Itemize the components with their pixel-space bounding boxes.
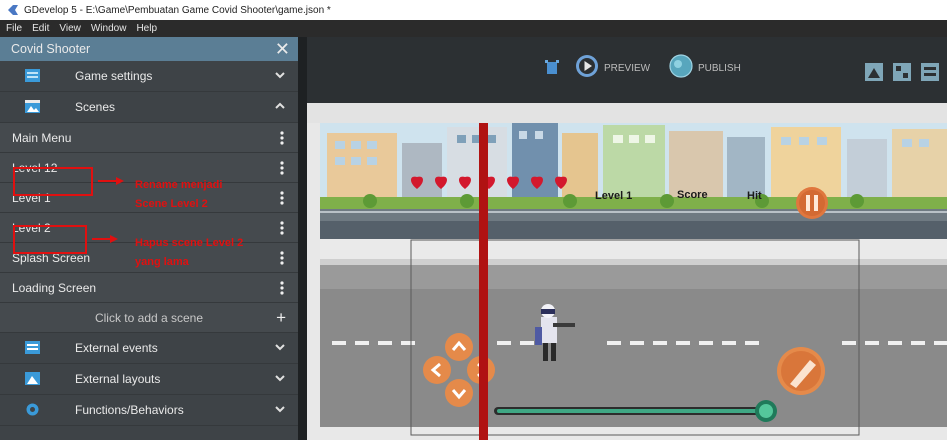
- chevron-up-icon[interactable]: [274, 101, 286, 111]
- globe-icon[interactable]: [669, 54, 693, 78]
- scene-item-loading-screen[interactable]: Loading Screen: [0, 273, 298, 303]
- play-circle-icon[interactable]: [575, 54, 599, 78]
- scene-item-main-menu[interactable]: Main Menu: [0, 123, 298, 153]
- more-vert-icon[interactable]: [280, 281, 284, 298]
- menu-edit[interactable]: Edit: [32, 23, 49, 34]
- level-label: Level 1: [595, 190, 632, 202]
- functions-gear-icon: [26, 403, 39, 416]
- chevron-down-icon[interactable]: [274, 404, 286, 414]
- more-vert-icon[interactable]: [280, 251, 284, 268]
- external-events-icon: [25, 341, 40, 354]
- more-vert-icon[interactable]: [280, 161, 284, 178]
- menu-help[interactable]: Help: [136, 23, 157, 34]
- pause-button-icon: [796, 187, 828, 219]
- editor-toolbar: PREVIEW PUBLISH: [307, 37, 947, 103]
- project-header: Covid Shooter ✕: [0, 37, 298, 61]
- instances-panel-icon[interactable]: [893, 63, 911, 81]
- annotation-rename-line1: Rename menjadi: [135, 179, 223, 191]
- section-external-events[interactable]: External events: [0, 333, 298, 364]
- annotation-delete-line1: Hapus scene Level 2: [135, 237, 244, 249]
- plus-icon[interactable]: +: [276, 308, 286, 328]
- panel-divider[interactable]: [298, 37, 307, 440]
- layers-panel-icon[interactable]: [921, 63, 939, 81]
- add-scene-label: Click to add a scene: [94, 310, 204, 325]
- section-scenes[interactable]: Scenes: [0, 92, 298, 123]
- section-game-settings[interactable]: Game settings: [0, 61, 298, 92]
- highlight-level-12: [13, 167, 93, 196]
- shoot-button-icon: [777, 347, 825, 395]
- window-titlebar: GDevelop 5 - E:\Game\Pembuatan Game Covi…: [0, 0, 947, 20]
- annotation-rename: Rename menjadi Scene Level 2: [135, 176, 222, 214]
- score-label: Score: [677, 189, 708, 201]
- menu-file[interactable]: File: [6, 23, 22, 34]
- section-label: Functions/Behaviors: [75, 403, 184, 417]
- project-name: Covid Shooter: [11, 42, 91, 56]
- objects-panel-icon[interactable]: [865, 63, 883, 81]
- chevron-down-icon[interactable]: [274, 70, 286, 80]
- chevron-down-icon[interactable]: [274, 342, 286, 352]
- annotation-rename-line2: Scene Level 2: [135, 198, 208, 210]
- hit-label: Hit: [747, 190, 762, 202]
- section-functions-behaviors[interactable]: Functions/Behaviors: [0, 395, 298, 426]
- menu-window[interactable]: Window: [91, 23, 127, 34]
- more-vert-icon[interactable]: [280, 131, 284, 148]
- section-label: External events: [75, 341, 158, 355]
- section-label: Scenes: [75, 100, 116, 114]
- annotation-arrow-icon: [98, 177, 124, 185]
- section-external-layouts[interactable]: External layouts: [0, 364, 298, 395]
- section-label: External layouts: [75, 372, 161, 386]
- menu-view[interactable]: View: [59, 23, 81, 34]
- scene-label: Main Menu: [12, 130, 72, 145]
- menu-bar: File Edit View Window Help: [0, 20, 947, 37]
- gdevelop-logo-icon: [8, 5, 18, 15]
- game-settings-icon: [25, 69, 40, 82]
- add-scene-button[interactable]: Click to add a scene +: [0, 303, 298, 333]
- annotation-delete: Hapus scene Level 2 yang lama: [135, 234, 243, 272]
- chevron-down-icon[interactable]: [274, 373, 286, 383]
- game-scene-preview[interactable]: Level 1 Score Hit: [307, 103, 947, 440]
- debug-icon[interactable]: [544, 58, 560, 76]
- section-label: Game settings: [75, 69, 153, 83]
- scenes-icon: [25, 100, 40, 113]
- more-vert-icon[interactable]: [280, 221, 284, 238]
- highlight-level-2: [13, 225, 87, 254]
- more-vert-icon[interactable]: [280, 191, 284, 208]
- scene-label: Loading Screen: [12, 280, 97, 295]
- window-title: GDevelop 5 - E:\Game\Pembuatan Game Covi…: [24, 4, 331, 16]
- publish-button[interactable]: PUBLISH: [698, 63, 741, 74]
- close-icon[interactable]: ✕: [275, 40, 290, 58]
- annotation-arrow-icon: [92, 235, 118, 243]
- preview-button[interactable]: PREVIEW: [604, 63, 650, 74]
- vertical-guide-line: [479, 123, 488, 440]
- external-layouts-icon: [25, 372, 40, 385]
- annotation-delete-line2: yang lama: [135, 256, 189, 268]
